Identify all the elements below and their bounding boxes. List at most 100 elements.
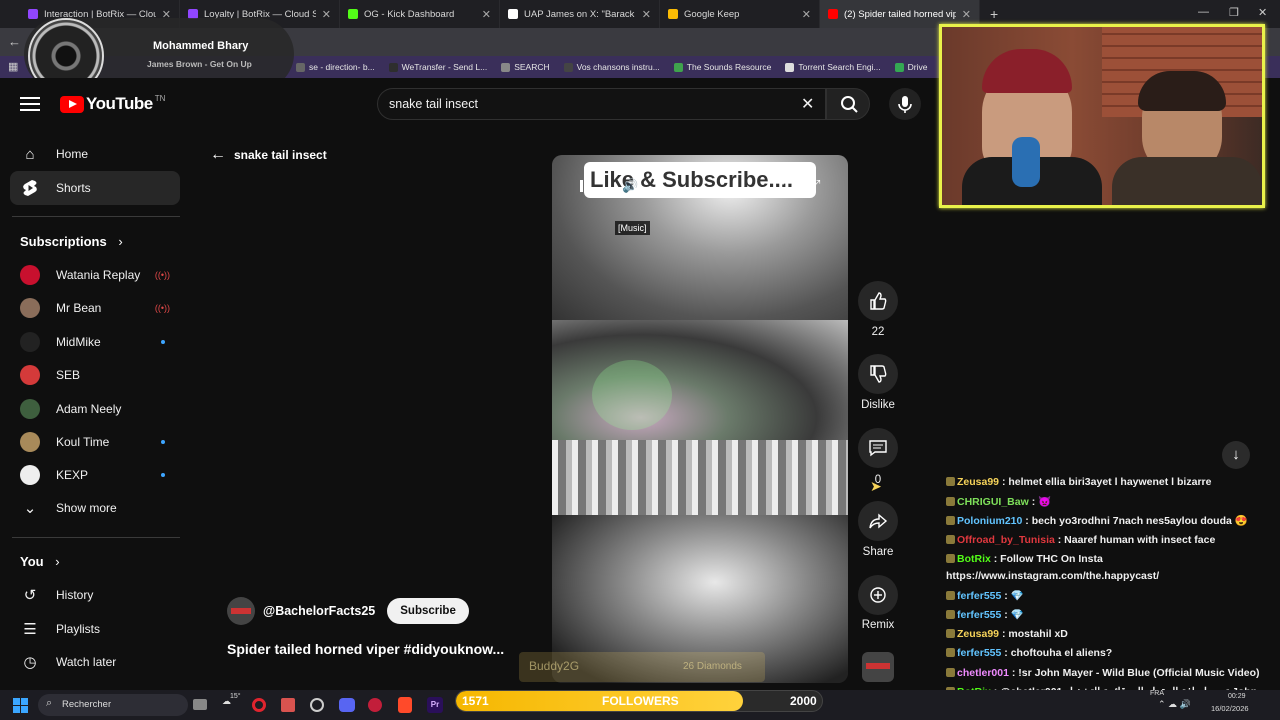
- sidebar-subscription-item[interactable]: SEB: [10, 358, 180, 392]
- sidebar-item-history[interactable]: ↺ History: [10, 578, 180, 612]
- scroll-down-icon[interactable]: ↓: [1222, 441, 1250, 469]
- bookmark-label: The Sounds Resource: [686, 62, 772, 72]
- you-header[interactable]: You ›: [20, 554, 60, 569]
- bookmark-list: se - direction- b... WeTransfer - Send L.…: [296, 56, 1018, 78]
- sidebar-subscription-item[interactable]: Adam Neely: [10, 392, 180, 426]
- back-arrow-icon[interactable]: ←: [8, 34, 21, 49]
- comments-button[interactable]: [858, 428, 898, 468]
- chat-username[interactable]: Offroad_by_Tunisia: [957, 534, 1055, 546]
- dislike-button[interactable]: [858, 354, 898, 394]
- chat-username[interactable]: ferfer555: [957, 609, 1001, 621]
- subscription-name: Mr Bean: [56, 301, 102, 316]
- channel-avatar[interactable]: [227, 597, 255, 625]
- clock-time[interactable]: 00:29: [1228, 693, 1246, 700]
- show-more-button[interactable]: ⌄ Show more: [10, 491, 180, 525]
- bookmark-item[interactable]: SEARCH: [501, 62, 550, 72]
- app-icon[interactable]: [368, 698, 382, 712]
- clock-date[interactable]: 16/02/2026: [1211, 704, 1249, 713]
- windows-start-icon[interactable]: [13, 698, 28, 713]
- chat-text: : 👿: [1031, 496, 1052, 508]
- browser-tab[interactable]: Google Keep ✕: [660, 0, 820, 28]
- language-indicator[interactable]: FRA: [1150, 690, 1164, 697]
- chat-message: ferfer555 : 💎: [946, 608, 1024, 621]
- voice-search-button[interactable]: [889, 88, 921, 120]
- new-tab-icon[interactable]: +: [990, 6, 998, 22]
- chat-badge-icon: [946, 648, 955, 657]
- search-button[interactable]: [826, 88, 870, 120]
- chat-badge-icon: [946, 554, 955, 563]
- close-tab-icon[interactable]: ✕: [962, 8, 971, 21]
- like-button[interactable]: [858, 281, 898, 321]
- chat-username[interactable]: chetler001: [957, 667, 1009, 679]
- sidebar-item-shorts[interactable]: Shorts: [10, 171, 180, 205]
- bookmark-item[interactable]: Vos chansons instru...: [563, 62, 660, 72]
- chevron-down-icon: ⌄: [23, 500, 37, 517]
- taskbar-search[interactable]: ⌕ Rechercher: [38, 694, 188, 716]
- close-tab-icon[interactable]: ✕: [802, 8, 811, 21]
- premiere-icon[interactable]: Pr: [427, 697, 443, 713]
- search-input[interactable]: snake tail insect ✕: [377, 88, 826, 120]
- close-tab-icon[interactable]: ✕: [322, 8, 331, 21]
- subscribe-button[interactable]: Subscribe: [387, 598, 469, 624]
- thumbs-down-icon: [870, 365, 887, 383]
- remix-button[interactable]: [858, 575, 898, 615]
- sidebar-subscription-item[interactable]: Mr Bean ((•)): [10, 291, 180, 325]
- share-button[interactable]: [858, 501, 898, 541]
- bookmark-item[interactable]: WeTransfer - Send L...: [388, 62, 487, 72]
- browser-tab[interactable]: UAP James on X: "Barack Obam ✕: [500, 0, 660, 28]
- minimize-icon[interactable]: —: [1198, 6, 1209, 18]
- chat-username[interactable]: ferfer555: [957, 647, 1001, 659]
- chat-text: : 💎: [1004, 590, 1024, 602]
- chat-username[interactable]: ferfer555: [957, 590, 1001, 602]
- sound-thumbnail[interactable]: [862, 652, 894, 682]
- sidebar-item-watch-later[interactable]: ◷ Watch later: [10, 645, 180, 679]
- back-to-search[interactable]: ← snake tail insect: [210, 146, 327, 164]
- apps-grid-icon[interactable]: ▦: [8, 60, 18, 73]
- browser-tab[interactable]: OG - Kick Dashboard ✕: [340, 0, 500, 28]
- dislike-label: Dislike: [861, 399, 895, 411]
- chat-username[interactable]: Polonium210: [957, 515, 1022, 527]
- chat-username[interactable]: BotRix: [957, 553, 991, 565]
- app-icon[interactable]: [281, 698, 295, 712]
- channel-handle[interactable]: @BachelorFacts25: [263, 604, 375, 618]
- chat-text: : helmet ellia biri3ayet l haywenet l bi…: [1001, 476, 1212, 488]
- tab-favicon-icon: [828, 9, 838, 19]
- brave-icon[interactable]: [398, 697, 412, 713]
- pause-icon[interactable]: [578, 177, 592, 193]
- opera-icon[interactable]: [252, 698, 266, 712]
- fullscreen-icon[interactable]: ⤢: [810, 177, 820, 193]
- maximize-icon[interactable]: ❐: [1229, 6, 1239, 19]
- bookmark-item[interactable]: Drive: [894, 62, 927, 72]
- tray-icons[interactable]: ⌃ ☁ 🔊: [1158, 699, 1191, 710]
- menu-hamburger-icon[interactable]: [20, 94, 40, 114]
- bookmark-item[interactable]: se - direction- b...: [296, 62, 375, 72]
- clear-search-icon[interactable]: ✕: [801, 94, 814, 114]
- volume-icon[interactable]: 🔊: [622, 178, 638, 194]
- short-title[interactable]: Spider tailed horned viper #didyouknow..…: [227, 641, 504, 657]
- close-tab-icon[interactable]: ✕: [482, 8, 491, 21]
- bookmark-item[interactable]: The Sounds Resource: [673, 62, 772, 72]
- youtube-logo[interactable]: YouTube TN: [60, 94, 165, 114]
- chat-username[interactable]: Zeusa99: [957, 628, 999, 640]
- sidebar-item-playlists[interactable]: ☰ Playlists: [10, 612, 180, 646]
- sidebar-item-home[interactable]: ⌂ Home: [10, 137, 180, 171]
- sidebar-subscription-item[interactable]: Watania Replay ((•)): [10, 258, 180, 292]
- short-video-player[interactable]: Like & Subscribe.... 🔊 ⋮ ⤢ [Music]: [552, 155, 848, 683]
- subscriptions-header[interactable]: Subscriptions ›: [20, 234, 123, 249]
- more-options-icon[interactable]: ⋮: [776, 175, 790, 192]
- chat-username[interactable]: CHRIGUI_Baw: [957, 496, 1029, 508]
- chat-message: ferfer555 : choftouha el aliens?: [946, 647, 1112, 659]
- sidebar-subscription-item[interactable]: KEXP: [10, 458, 180, 492]
- chat-text: : 💎: [1004, 609, 1024, 621]
- bookmark-item[interactable]: Torrent Search Engi...: [785, 62, 881, 72]
- discord-icon[interactable]: [339, 698, 355, 712]
- sidebar-subscription-item[interactable]: MidMike: [10, 325, 180, 359]
- obs-icon[interactable]: [310, 698, 324, 712]
- chat-username[interactable]: Zeusa99: [957, 476, 999, 488]
- closed-caption: [Music]: [615, 221, 650, 235]
- task-view-icon[interactable]: [193, 699, 207, 710]
- channel-avatar: [20, 398, 40, 419]
- close-window-icon[interactable]: ✕: [1258, 6, 1267, 19]
- close-tab-icon[interactable]: ✕: [642, 8, 651, 21]
- sidebar-subscription-item[interactable]: Koul Time: [10, 425, 180, 459]
